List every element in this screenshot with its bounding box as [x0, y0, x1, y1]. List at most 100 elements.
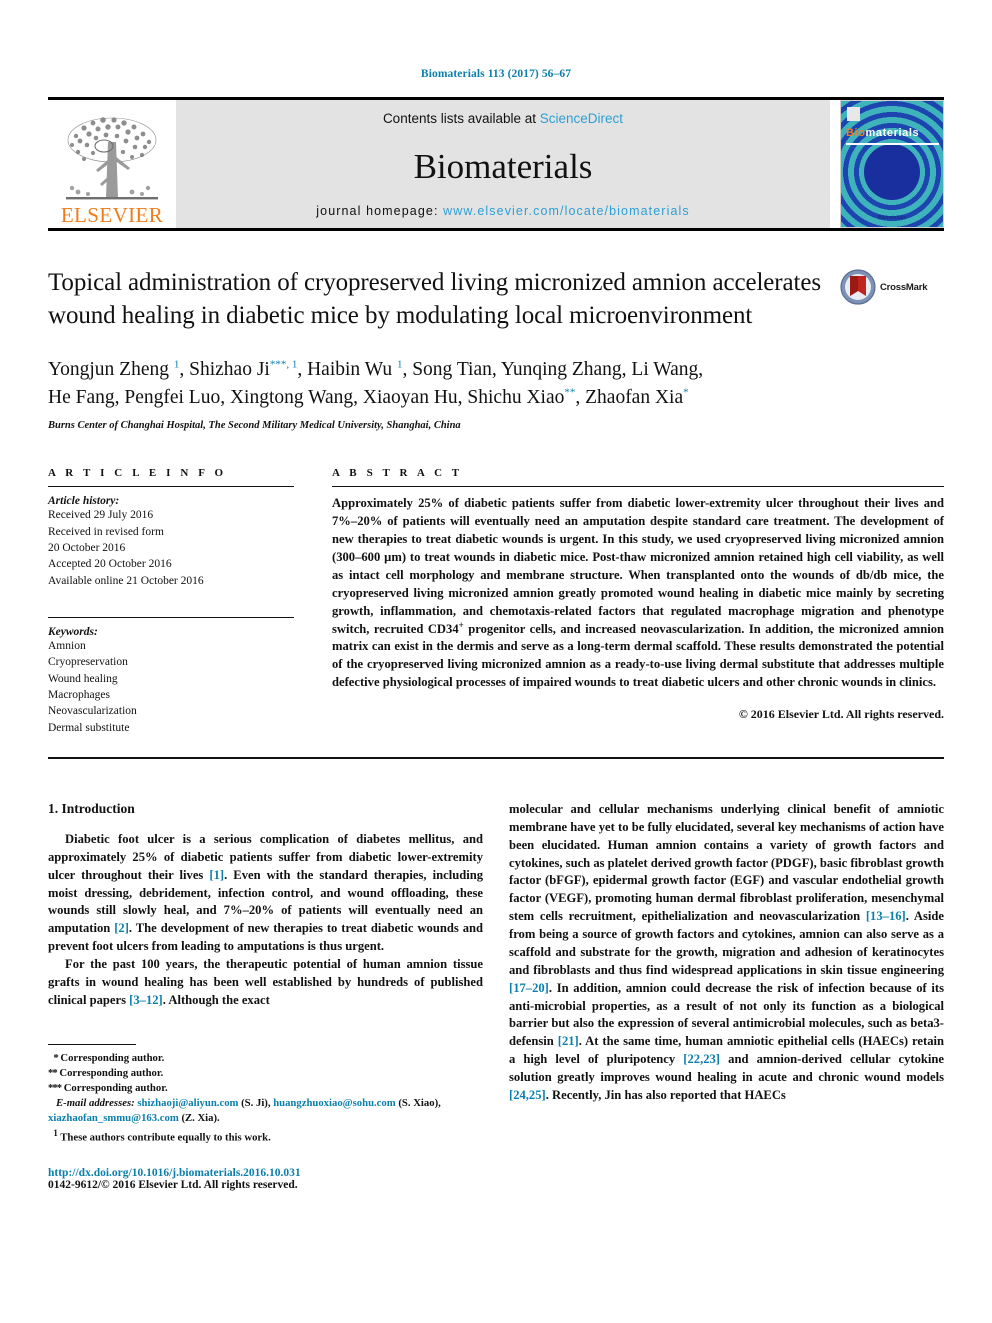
contents-available-line: Contents lists available at ScienceDirec…	[383, 111, 623, 126]
keyword-2: Wound healing	[48, 672, 118, 685]
email-link-3[interactable]: xiazhaofan_smmu@163.com	[48, 1112, 179, 1124]
footnote-corr-text-1: Corresponding author.	[57, 1051, 165, 1064]
title-block: Topical administration of cryopreserved …	[48, 267, 944, 332]
keyword-5: Dermal substitute	[48, 721, 130, 734]
intro-p2-text-b: . Although the exact	[162, 992, 270, 1007]
masthead-center-panel: Contents lists available at ScienceDirec…	[176, 100, 830, 228]
crossmark-badge-group[interactable]: CrossMark	[840, 269, 944, 305]
masthead-bottom-rule	[48, 228, 944, 231]
title-main: Topical administration of cryopreserved …	[48, 267, 840, 332]
intro-p3-text-a: molecular and cellular mechanisms underl…	[509, 801, 944, 924]
email-addresses-label: E-mail addresses:	[56, 1097, 135, 1110]
citation-24-25[interactable]: [24,25]	[509, 1088, 546, 1102]
history-item-2: 20 October 2016	[48, 542, 126, 555]
cover-publisher-mark-icon	[847, 107, 860, 121]
citation-2[interactable]: [2]	[114, 921, 129, 935]
history-item-1: Received in revised form	[48, 525, 164, 538]
body-left-column: 1. Introduction Diabetic foot ulcer is a…	[48, 801, 483, 1191]
homepage-prefix-text: journal homepage:	[316, 204, 444, 218]
keyword-4: Neovascularization	[48, 705, 137, 718]
keywords-rule	[48, 617, 294, 619]
article-info-rule	[48, 486, 294, 488]
cover-title-label: Biomaterials	[846, 127, 919, 139]
sciencedirect-link[interactable]: ScienceDirect	[540, 111, 623, 126]
author-sup-4: **	[564, 386, 576, 399]
author-text-2: , Shizhao Ji	[179, 359, 270, 380]
footnote-equal-text: These authors contribute equally to this…	[57, 1131, 271, 1144]
info-abstract-row: A R T I C L E I N F O Article history: R…	[48, 467, 944, 736]
elsevier-logo: ELSEVIER	[48, 100, 176, 228]
doi-link[interactable]: http://dx.doi.org/10.1016/j.biomaterials…	[48, 1167, 483, 1179]
footnote-rule	[48, 1043, 136, 1045]
article-info-heading: A R T I C L E I N F O	[48, 467, 227, 480]
citation-17-20[interactable]: [17–20]	[509, 981, 549, 995]
footnote-star-2: **	[48, 1066, 58, 1079]
cover-divider	[846, 143, 939, 145]
footnote-emails: E-mail addresses: shizhaoji@aliyun.com (…	[48, 1096, 483, 1126]
email-owner-1: (S. Ji),	[238, 1097, 274, 1110]
journal-homepage-line: journal homepage: www.elsevier.com/locat…	[316, 204, 689, 218]
cover-bottom-label: Biomaterials	[878, 215, 906, 221]
abstract-text: Approximately 25% of diabetic patients s…	[332, 495, 944, 692]
keyword-3: Macrophages	[48, 689, 110, 701]
elsevier-wordmark: ELSEVIER	[60, 203, 164, 227]
journal-masthead: ELSEVIER Contents lists available at Sci…	[48, 97, 944, 228]
intro-p3-text-f: . Recently, Jin has also reported that H…	[545, 1087, 786, 1102]
abstract-rule	[332, 486, 944, 488]
footnote-corresponding-2: ** Corresponding author.	[48, 1066, 483, 1081]
footnotes-block: * Corresponding author. ** Corresponding…	[48, 1043, 483, 1191]
abstract-bottom-rule	[48, 756, 944, 759]
footnote-equal-contribution: 1 These authors contribute equally to th…	[48, 1127, 483, 1146]
cover-title-materials: materials	[865, 127, 920, 139]
history-item-3: Accepted 20 October 2016	[48, 558, 172, 571]
citation-1[interactable]: [1]	[209, 868, 224, 882]
author-text-6: , Zhaofan Xia	[575, 386, 684, 408]
history-item-4: Available online 21 October 2016	[48, 574, 204, 587]
keywords-label: Keywords:	[48, 626, 98, 639]
doi-block: http://dx.doi.org/10.1016/j.biomaterials…	[48, 1167, 483, 1191]
email-link-2[interactable]: huangzhuoxiao@sohu.com	[273, 1097, 396, 1109]
intro-paragraph-2: For the past 100 years, the therapeutic …	[48, 956, 483, 1010]
copyright-line: © 2016 Elsevier Ltd. All rights reserved…	[738, 707, 944, 721]
author-list: Yongjun Zheng 1, Shizhao Ji***, 1, Haibi…	[48, 356, 944, 411]
keywords-block: Keywords: Amnion Cryopreservation Wound …	[48, 617, 294, 736]
elsevier-tree-icon	[66, 117, 158, 200]
article-info-column: A R T I C L E I N F O Article history: R…	[48, 467, 294, 736]
page-title: Topical administration of cryopreserved …	[48, 269, 821, 329]
author-text-4: , Song Tian, Yunqing Zhang, Li Wang,	[402, 359, 704, 380]
email-owner-2: (S. Xiao),	[395, 1097, 441, 1110]
body-right-column: molecular and cellular mechanisms underl…	[509, 801, 944, 1191]
footnote-corresponding-3: *** Corresponding author.	[48, 1081, 483, 1096]
citation-21[interactable]: [21]	[558, 1034, 579, 1048]
journal-title: Biomaterials	[413, 146, 593, 186]
email-link-1[interactable]: shizhaoji@aliyun.com	[137, 1097, 238, 1109]
keyword-1: Cryopreservation	[48, 656, 128, 669]
intro-paragraph-3: molecular and cellular mechanisms underl…	[509, 801, 944, 1105]
footnote-star-3: ***	[48, 1082, 62, 1095]
contents-prefix-text: Contents lists available at	[382, 111, 540, 126]
intro-paragraph-1: Diabetic foot ulcer is a serious complic…	[48, 831, 483, 956]
citation-22-23[interactable]: [22,23]	[683, 1052, 720, 1066]
footnote-corr-text-3: Corresponding author.	[61, 1082, 168, 1095]
abstract-column: A B S T R A C T Approximately 25% of dia…	[332, 467, 944, 736]
abstract-part-1: Approximately 25% of diabetic patients s…	[332, 496, 944, 636]
author-text-1: Yongjun Zheng	[48, 359, 174, 380]
cover-core-circle	[864, 143, 920, 200]
citation-13-16[interactable]: [13–16]	[866, 909, 906, 923]
journal-homepage-link[interactable]: www.elsevier.com/locate/biomaterials	[443, 204, 690, 218]
abstract-heading: A B S T R A C T	[332, 467, 463, 480]
footnote-corr-text-2: Corresponding author.	[56, 1066, 164, 1079]
author-sup-5: *	[683, 386, 689, 399]
journal-cover-thumbnail[interactable]: Biomaterials Biomaterials	[840, 100, 944, 228]
citation-3-12[interactable]: [3–12]	[129, 993, 163, 1007]
article-page: Biomaterials 113 (2017) 56–67 ELSEVIER C…	[0, 0, 992, 1323]
article-history-label: Article history:	[48, 495, 120, 508]
issn-copyright-line: 0142-9612/© 2016 Elsevier Ltd. All right…	[48, 1179, 298, 1192]
affiliation: Burns Center of Changhai Hospital, The S…	[48, 420, 461, 432]
crossmark-icon	[840, 269, 876, 305]
cover-title-bio: Bio	[846, 127, 866, 139]
footnote-corresponding-1: * Corresponding author.	[48, 1051, 483, 1066]
crossmark-label: CrossMark	[880, 281, 928, 293]
author-sup-2: ***, 1	[269, 358, 298, 371]
body-columns: 1. Introduction Diabetic foot ulcer is a…	[48, 801, 944, 1191]
